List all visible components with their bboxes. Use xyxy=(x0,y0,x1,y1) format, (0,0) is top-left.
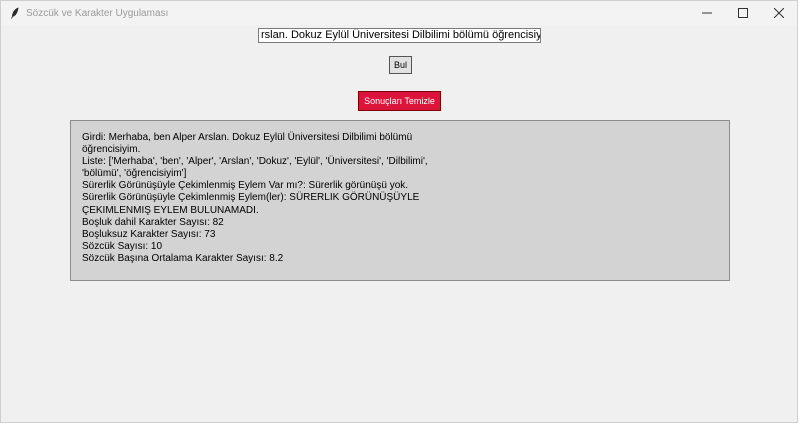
minimize-button[interactable] xyxy=(689,1,725,25)
window-title: Sözcük ve Karakter Uygulaması xyxy=(26,7,169,19)
close-icon xyxy=(774,8,784,18)
result-line: Sözcük Başına Ortalama Karakter Sayısı: … xyxy=(82,252,284,264)
title-bar[interactable]: Sözcük ve Karakter Uygulaması xyxy=(1,1,797,25)
result-line: öğrencisiyim. xyxy=(82,144,141,156)
result-line: Sürerlik Görünüşüyle Çekimlenmiş Eylem(l… xyxy=(82,192,420,204)
result-line: Sözcük Sayısı: 10 xyxy=(82,240,163,252)
result-line: ÇEKIMLENMIŞ EYLEM BULUNAMADI. xyxy=(82,204,259,216)
results-panel: Girdi: Merhaba, ben Alper Arslan. Dokuz … xyxy=(70,120,730,281)
result-line: Sürerlik Görünüşüyle Çekimlenmiş Eylem V… xyxy=(82,180,409,192)
minimize-icon xyxy=(702,12,712,14)
result-line: Girdi: Merhaba, ben Alper Arslan. Dokuz … xyxy=(82,132,413,143)
clear-results-button[interactable]: Sonuçları Temizle xyxy=(358,91,441,111)
window-controls xyxy=(689,1,797,25)
find-button[interactable]: Bul xyxy=(389,56,412,74)
maximize-icon xyxy=(738,8,748,18)
close-button[interactable] xyxy=(761,1,797,25)
result-line: Boşluk dahil Karakter Sayısı: 82 xyxy=(82,216,224,228)
result-line: 'bölümü', 'öğrencisiyim'] xyxy=(82,168,187,180)
maximize-button[interactable] xyxy=(725,1,761,25)
feather-icon xyxy=(8,6,22,20)
app-window: Sözcük ve Karakter Uygulaması rslan. Dok… xyxy=(0,0,798,423)
result-line: Boşluksuz Karakter Sayısı: 73 xyxy=(82,228,216,240)
text-input[interactable]: rslan. Dokuz Eylül Üniversitesi Dilbilim… xyxy=(258,28,541,43)
result-line: Liste: ['Merhaba', 'ben', 'Alper', 'Arsl… xyxy=(82,156,428,168)
